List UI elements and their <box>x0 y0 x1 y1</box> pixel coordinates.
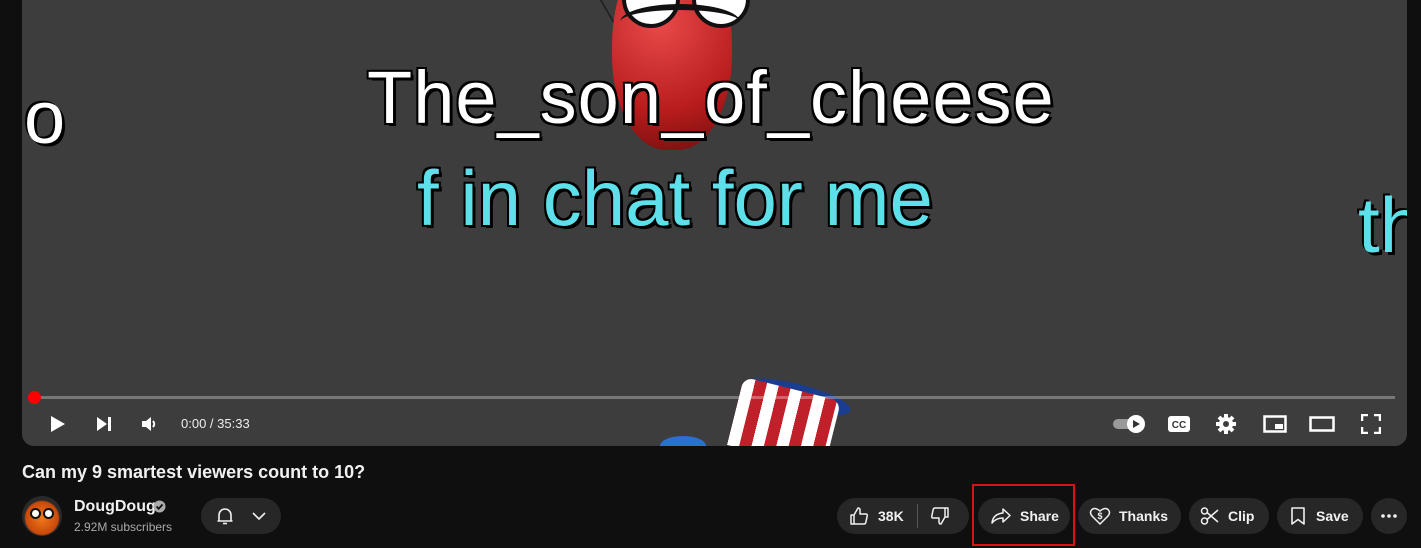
thanks-icon: $ <box>1089 507 1111 526</box>
more-actions-button[interactable] <box>1371 498 1407 534</box>
captions-button[interactable]: CC <box>1164 409 1194 439</box>
video-frame: o The_son_of_cheese f in chat for me th <box>22 0 1407 446</box>
subscriber-count: 2.92M subscribers <box>74 520 173 534</box>
chevron-down-icon <box>252 512 266 521</box>
player-controls: 0:00 / 35:33 CC <box>22 405 1407 441</box>
avatar[interactable] <box>22 496 62 536</box>
thanks-label: Thanks <box>1119 508 1169 524</box>
chat-username: The_son_of_cheese <box>367 56 1055 139</box>
chat-fragment-left: o <box>24 76 66 159</box>
character-mustache <box>620 4 740 40</box>
scrubber-handle[interactable] <box>28 391 41 404</box>
svg-text:$: $ <box>1097 511 1102 521</box>
autoplay-toggle[interactable] <box>1112 409 1148 439</box>
youtube-watch-page: o The_son_of_cheese f in chat for me th … <box>0 0 1421 548</box>
volume-button[interactable] <box>134 409 164 439</box>
save-button[interactable]: Save <box>1277 498 1363 534</box>
next-button[interactable] <box>89 409 119 439</box>
video-title: Can my 9 smartest viewers count to 10? <box>22 462 366 482</box>
avatar-eye <box>30 508 41 519</box>
bell-icon <box>217 508 233 525</box>
miniplayer-button[interactable] <box>1260 409 1290 439</box>
like-count: 38K <box>878 508 904 524</box>
dislike-button[interactable] <box>918 498 968 534</box>
clip-icon <box>1200 507 1219 525</box>
svg-text:CC: CC <box>1172 420 1186 431</box>
thumbs-up-icon <box>850 507 868 525</box>
notifications-button[interactable] <box>201 498 281 534</box>
progress-bar[interactable] <box>28 391 1395 404</box>
chat-fragment-right: th <box>1358 181 1407 269</box>
play-icon <box>51 416 65 432</box>
save-icon <box>1291 507 1305 525</box>
clip-label: Clip <box>1228 508 1255 524</box>
share-label: Share <box>1020 508 1059 524</box>
volume-icon <box>142 417 156 431</box>
like-dislike-group: 38K <box>837 498 969 534</box>
theater-icon <box>1309 416 1335 432</box>
like-button[interactable]: 38K <box>837 498 917 534</box>
thumbs-down-icon <box>931 507 949 525</box>
fullscreen-button[interactable] <box>1356 409 1386 439</box>
settings-icon <box>1216 414 1236 434</box>
play-button[interactable] <box>42 409 72 439</box>
captions-icon: CC <box>1168 416 1190 432</box>
share-icon <box>991 508 1011 524</box>
channel-name[interactable]: DougDoug <box>74 498 156 516</box>
autoplay-toggle-icon <box>1113 415 1145 433</box>
chat-message: f in chat for me <box>417 154 933 242</box>
verified-icon <box>153 500 166 513</box>
video-player[interactable]: o The_son_of_cheese f in chat for me th … <box>22 0 1407 446</box>
save-label: Save <box>1316 508 1349 524</box>
fullscreen-icon <box>1361 414 1381 434</box>
thanks-button[interactable]: $ Thanks <box>1078 498 1181 534</box>
clip-button[interactable]: Clip <box>1189 498 1269 534</box>
miniplayer-icon <box>1263 415 1287 433</box>
next-icon <box>97 417 111 431</box>
theater-button[interactable] <box>1307 409 1337 439</box>
settings-button[interactable] <box>1211 409 1241 439</box>
time-display: 0:00 / 35:33 <box>181 416 250 431</box>
share-button[interactable]: Share <box>978 498 1070 534</box>
more-icon <box>1381 514 1397 518</box>
avatar-eye <box>43 508 54 519</box>
